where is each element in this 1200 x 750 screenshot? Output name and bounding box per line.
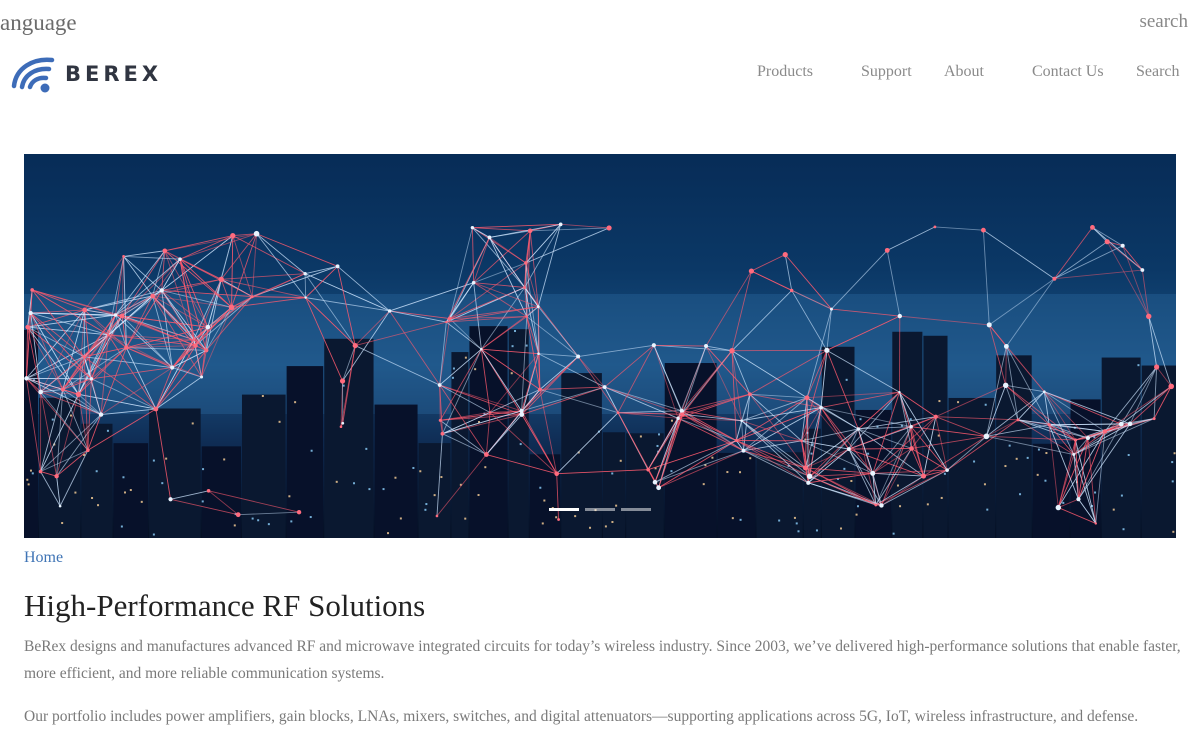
portfolio-paragraph: Our portfolio includes power amplifiers,… bbox=[24, 708, 1139, 725]
network-city-hero-image bbox=[24, 222, 1176, 538]
nav-item-products[interactable]: Products bbox=[757, 63, 813, 81]
nav-item-about[interactable]: About bbox=[944, 63, 984, 81]
breadcrumb-home-link[interactable]: Home bbox=[24, 549, 63, 567]
utility-search-link[interactable]: search bbox=[1139, 11, 1188, 33]
main-navigation: Products Support About Contact Us Search bbox=[0, 63, 1200, 85]
nav-item-contact-us[interactable]: Contact Us bbox=[1032, 63, 1104, 81]
intro-paragraph: BeRex designs and manufactures advanced … bbox=[24, 638, 1181, 682]
carousel-dot-1[interactable] bbox=[549, 508, 579, 511]
carousel-dot-3[interactable] bbox=[621, 508, 651, 511]
carousel-dot-2[interactable] bbox=[585, 508, 615, 511]
nav-item-search[interactable]: Search bbox=[1136, 63, 1180, 81]
page-title: High-Performance RF Solutions bbox=[24, 588, 426, 623]
language-selector[interactable]: anguage bbox=[0, 10, 77, 36]
nav-item-support[interactable]: Support bbox=[861, 63, 912, 81]
hero-carousel[interactable] bbox=[24, 154, 1176, 538]
